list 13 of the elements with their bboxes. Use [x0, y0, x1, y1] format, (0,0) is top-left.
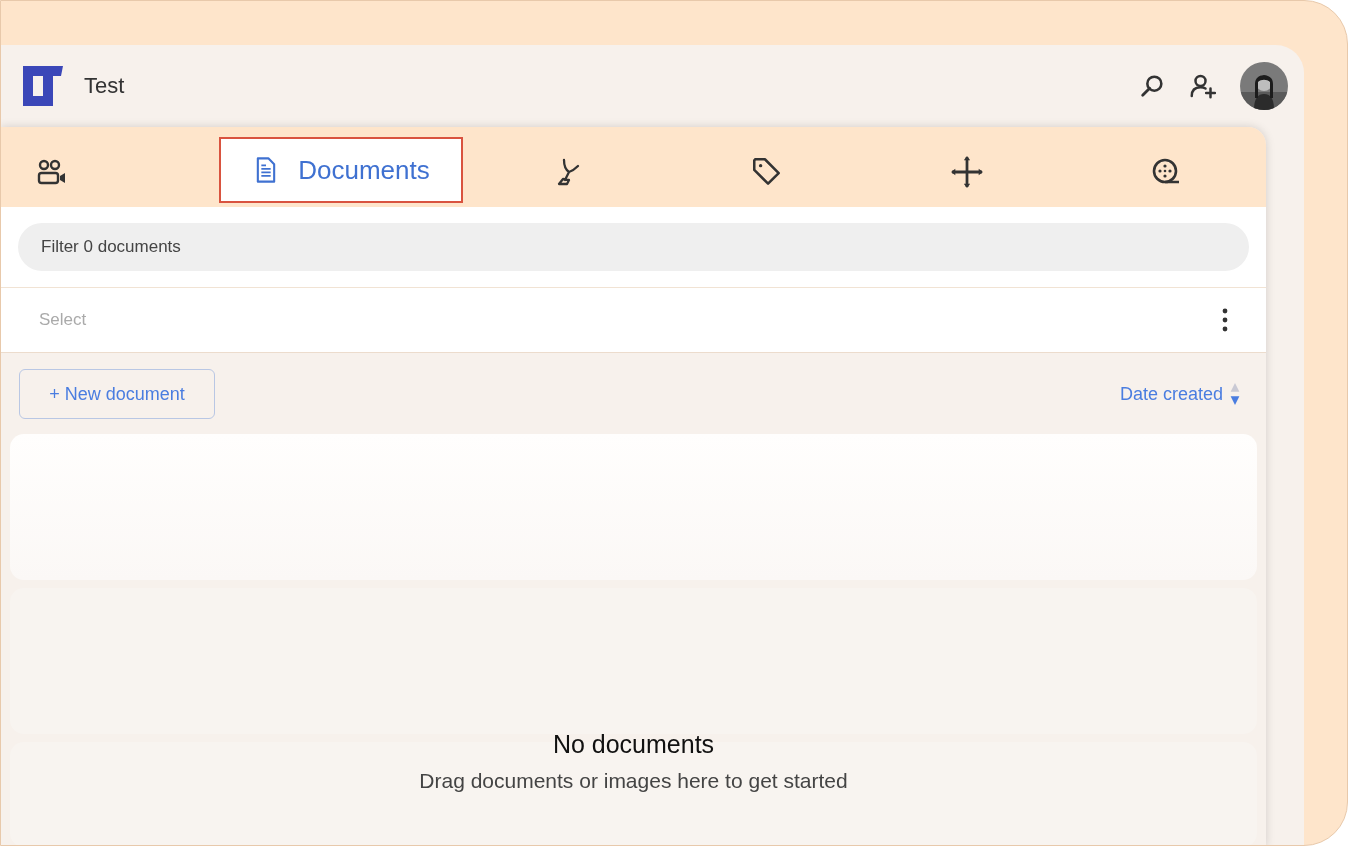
move-icon: [949, 155, 984, 189]
tab[interactable]: Documents: [219, 137, 463, 203]
logo-icon: [23, 66, 63, 106]
sort-icon: [1229, 382, 1241, 406]
search-button[interactable]: [1138, 72, 1166, 100]
empty-message: Drag documents or images here to get started: [419, 769, 848, 793]
sort-button[interactable]: Date created: [1119, 382, 1241, 406]
workspace-title: Test: [84, 73, 125, 99]
select-label[interactable]: Select: [39, 310, 87, 330]
filter-field[interactable]: Filter 0 documents: [18, 223, 1249, 271]
more-options-icon[interactable]: [1222, 308, 1228, 332]
empty-title: No documents: [552, 730, 715, 759]
new-document-button[interactable]: + New document: [19, 369, 215, 419]
